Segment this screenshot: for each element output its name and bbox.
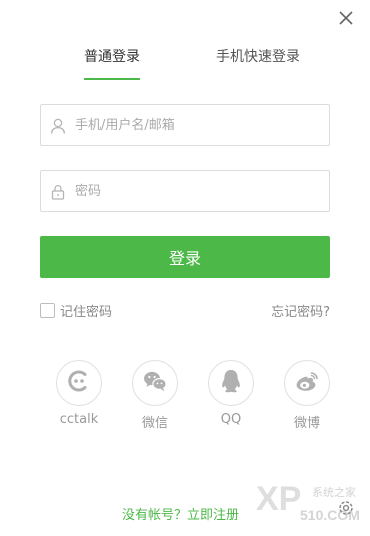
social-wechat: 微信 — [132, 360, 178, 431]
social-cctalk: cctalk — [56, 360, 102, 427]
cctalk-button[interactable] — [56, 360, 102, 406]
qq-label: QQ — [220, 412, 242, 427]
settings-gear-icon[interactable] — [336, 498, 356, 518]
register-link[interactable]: 没有帐号？立即注册 — [122, 504, 239, 523]
weibo-label: 微博 — [293, 416, 320, 431]
remember-label[interactable]: 记住密码 — [60, 301, 112, 320]
tab-phone-login[interactable]: 手机快速登录 — [216, 44, 300, 80]
wechat-label: 微信 — [141, 416, 168, 431]
login-tabs: 普通登录 手机快速登录 — [0, 44, 370, 80]
qq-button[interactable] — [208, 360, 254, 406]
username-input[interactable] — [75, 105, 320, 145]
social-qq: QQ — [208, 360, 254, 427]
watermark-brand: XP — [256, 480, 301, 518]
qq-icon — [216, 366, 246, 400]
weibo-button[interactable] — [284, 360, 330, 406]
user-icon — [49, 117, 67, 135]
forgot-password-link[interactable]: 忘记密码? — [271, 301, 330, 320]
lock-icon — [49, 183, 67, 201]
social-weibo: 微博 — [284, 360, 330, 431]
username-field — [40, 104, 330, 146]
cctalk-icon — [64, 366, 94, 400]
watermark-site: 系统之家 — [312, 485, 356, 499]
remember-checkbox[interactable] — [40, 303, 55, 318]
password-input[interactable] — [75, 171, 320, 211]
login-button[interactable]: 登录 — [40, 236, 330, 278]
tab-normal-login[interactable]: 普通登录 — [84, 44, 140, 80]
wechat-icon — [140, 366, 170, 400]
cctalk-label: cctalk — [59, 412, 99, 427]
close-icon[interactable] — [336, 8, 356, 28]
weibo-icon — [292, 366, 322, 400]
wechat-button[interactable] — [132, 360, 178, 406]
password-field — [40, 170, 330, 212]
